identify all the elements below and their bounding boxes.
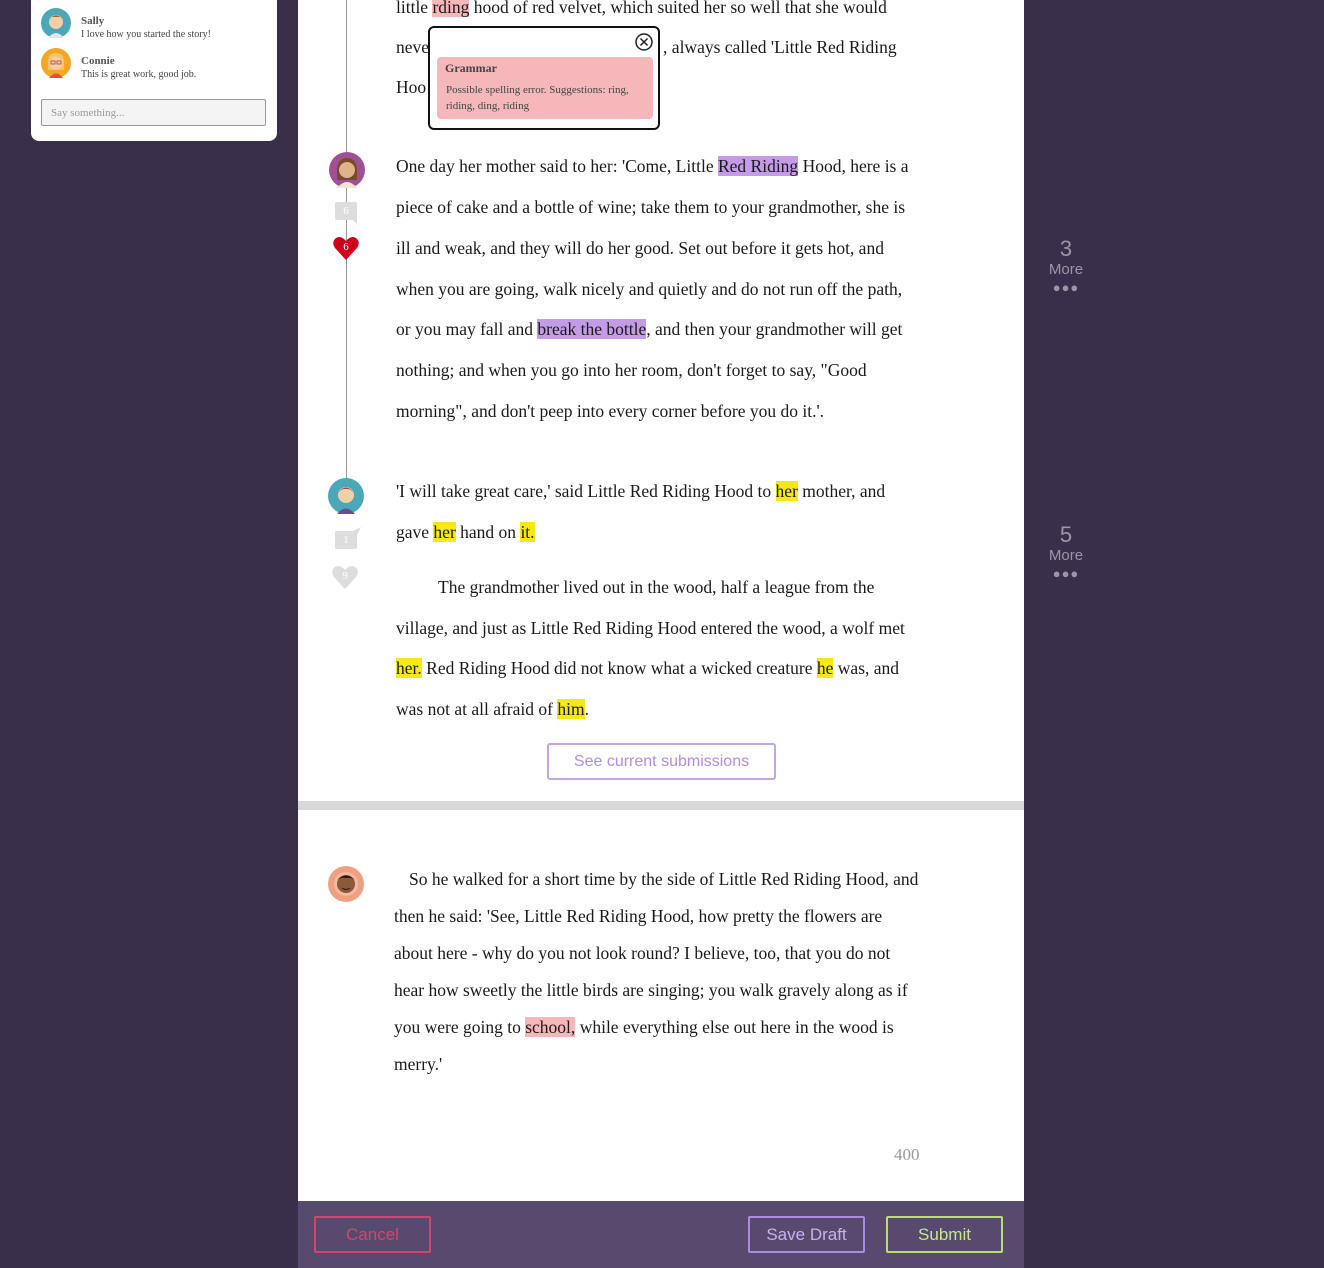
pronoun-highlight[interactable]: he — [816, 658, 834, 678]
comment-count-marker[interactable]: 6 — [331, 200, 361, 226]
comment-author: Sally — [81, 15, 105, 27]
phrase-highlight[interactable]: Red Riding — [717, 156, 799, 176]
comment-item: Sally I love how you started the story! — [41, 8, 266, 40]
spelling-error-highlight[interactable]: school, — [525, 1017, 576, 1037]
close-icon[interactable] — [634, 32, 654, 52]
pronoun-highlight[interactable]: her — [775, 481, 798, 501]
comment-item: Connie This is great work, good job. — [41, 48, 266, 80]
pronoun-highlight[interactable]: her. — [396, 658, 422, 678]
spelling-error-highlight[interactable]: rding — [432, 0, 470, 17]
pronoun-highlight[interactable]: it. — [520, 522, 535, 542]
avatar — [41, 8, 71, 38]
submit-button[interactable]: Submit — [886, 1216, 1003, 1253]
popup-title: Grammar — [445, 61, 497, 75]
comment-text: I love how you started the story! — [81, 29, 211, 40]
phrase-highlight[interactable]: break the bottle — [537, 319, 647, 339]
ellipsis-icon: ●●● — [1052, 566, 1080, 581]
section-divider — [298, 801, 1024, 810]
see-submissions-button[interactable]: See current submissions — [547, 743, 776, 780]
avatar[interactable] — [329, 152, 365, 188]
more-contributions-indicator[interactable]: 3 More ●●● — [1036, 237, 1096, 295]
action-bar: Cancel Save Draft Submit — [298, 1201, 1024, 1268]
more-contributions-indicator[interactable]: 5 More ●●● — [1036, 523, 1096, 581]
comment-text: This is great work, good job. — [81, 69, 197, 80]
popup-message: Possible spelling error. Suggestions: ri… — [446, 84, 629, 112]
avatar[interactable] — [328, 478, 364, 514]
comments-panel: Sally I love how you started the story! … — [31, 0, 277, 141]
avatar — [328, 866, 364, 902]
ellipsis-icon: ●●● — [1052, 280, 1080, 295]
like-count-marker[interactable]: 6 — [331, 235, 361, 261]
comment-count-marker[interactable]: 1 — [331, 527, 361, 553]
comment-input[interactable] — [41, 99, 266, 126]
comment-author: Connie — [81, 55, 115, 67]
avatar — [41, 48, 71, 78]
pronoun-highlight[interactable]: her — [433, 522, 456, 542]
word-count: 400 — [894, 1145, 920, 1164]
save-draft-button[interactable]: Save Draft — [748, 1216, 865, 1253]
like-count-marker[interactable]: 9 — [330, 564, 360, 590]
cancel-button[interactable]: Cancel — [314, 1216, 431, 1253]
grammar-suggestion-box: Grammar Possible spelling error. Suggest… — [437, 57, 653, 119]
grammar-popup: Grammar Possible spelling error. Suggest… — [428, 26, 660, 130]
pronoun-highlight[interactable]: him — [557, 699, 585, 719]
